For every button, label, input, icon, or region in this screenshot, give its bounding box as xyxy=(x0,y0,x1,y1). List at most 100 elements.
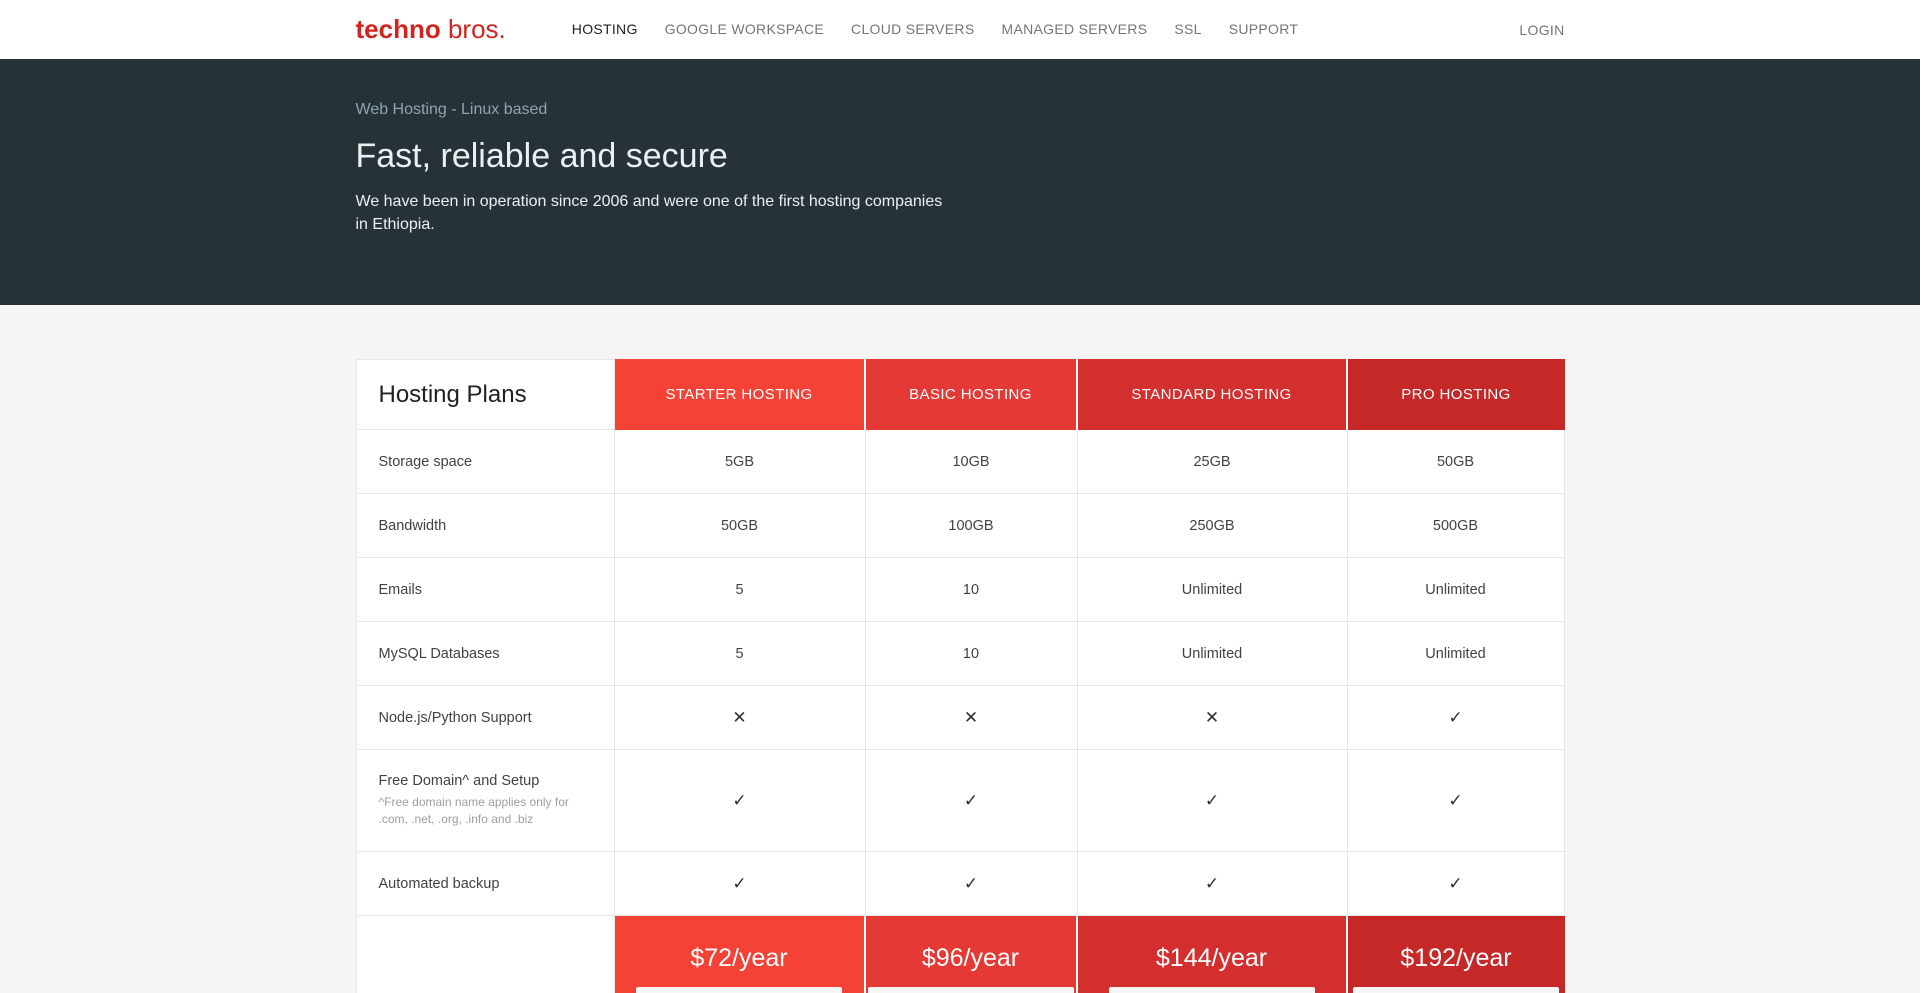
feature-value-cell: ✓ xyxy=(1348,750,1565,852)
hero-section: Web Hosting - Linux based Fast, reliable… xyxy=(0,59,1920,305)
feature-value: 250GB xyxy=(1189,518,1234,534)
main-content: Hosting Plans STARTER HOSTING BASIC HOSTIN… xyxy=(0,305,1920,993)
plan-price: $72/year xyxy=(690,942,787,976)
nav-item-cloud-servers[interactable]: CLOUD SERVERS xyxy=(851,21,974,37)
feature-value: 25GB xyxy=(1193,454,1230,470)
nav-item-ssl[interactable]: SSL xyxy=(1174,21,1201,37)
feature-value: 5 xyxy=(735,582,743,598)
plan-header-label: PRO HOSTING xyxy=(1401,386,1510,403)
feature-value-cell: ✓ xyxy=(1348,852,1565,916)
feature-value-cell: Unlimited xyxy=(1078,622,1348,686)
plan-header-starter-hosting: STARTER HOSTING xyxy=(615,359,866,430)
nav-item-google-workspace[interactable]: GOOGLE WORKSPACE xyxy=(665,21,824,37)
feature-value-cell: 5GB xyxy=(615,430,866,494)
check-icon: ✓ xyxy=(732,791,746,811)
plan-header-basic-hosting: BASIC HOSTING xyxy=(866,359,1078,430)
plan-header-label: BASIC HOSTING xyxy=(909,386,1032,403)
check-icon: ✓ xyxy=(1205,874,1219,894)
feature-value-cell: 50GB xyxy=(1348,430,1565,494)
feature-value-cell: 25GB xyxy=(1078,430,1348,494)
plan-signup-button[interactable] xyxy=(636,987,842,993)
pricing-table: Hosting Plans STARTER HOSTING BASIC HOSTIN… xyxy=(356,359,1565,993)
nav-item-managed-servers[interactable]: MANAGED SERVERS xyxy=(1002,21,1148,37)
nav-list-item: HOSTING xyxy=(572,21,638,39)
feature-value: 10 xyxy=(963,646,979,662)
feature-value-cell: Unlimited xyxy=(1078,558,1348,622)
feature-label: Node.js/Python Support xyxy=(379,710,532,726)
nav-item-hosting[interactable]: HOSTING xyxy=(572,21,638,37)
feature-value-cell: ✓ xyxy=(615,852,866,916)
feature-value: 50GB xyxy=(1437,454,1474,470)
feature-value-cell: 10 xyxy=(866,622,1078,686)
pricing-table-title: Hosting Plans xyxy=(379,381,527,409)
feature-value-cell: ✕ xyxy=(615,686,866,750)
feature-value-cell: ✕ xyxy=(866,686,1078,750)
check-icon: ✓ xyxy=(732,874,746,894)
check-icon: ✓ xyxy=(1448,708,1462,728)
price-row-spacer-cell xyxy=(356,916,615,993)
check-icon: ✓ xyxy=(964,791,978,811)
brand-logo[interactable]: techno bros. xyxy=(356,14,506,45)
feature-value: Unlimited xyxy=(1425,582,1485,598)
plan-header-label: STANDARD HOSTING xyxy=(1131,386,1291,403)
feature-value: 50GB xyxy=(721,518,758,534)
plan-price: $144/year xyxy=(1156,942,1267,976)
feature-label-cell: Storage space xyxy=(356,430,615,494)
plan-header-label: STARTER HOSTING xyxy=(665,386,812,403)
feature-label: Bandwidth xyxy=(379,518,447,534)
login-link[interactable]: LOGIN xyxy=(1519,22,1564,38)
nav-item-support[interactable]: SUPPORT xyxy=(1229,21,1299,37)
feature-label: Storage space xyxy=(379,454,473,470)
plan-signup-button[interactable] xyxy=(1353,987,1559,993)
pricing-table-title-cell: Hosting Plans xyxy=(356,359,615,430)
feature-value: Unlimited xyxy=(1425,646,1485,662)
feature-value: Unlimited xyxy=(1182,582,1242,598)
nav-list-item: CLOUD SERVERS xyxy=(851,21,974,39)
hero-description: We have been in operation since 2006 and… xyxy=(356,190,956,236)
cross-icon: ✕ xyxy=(964,708,978,728)
feature-label-cell: Emails xyxy=(356,558,615,622)
feature-value: 10GB xyxy=(952,454,989,470)
feature-value: 500GB xyxy=(1433,518,1478,534)
plan-signup-button[interactable] xyxy=(868,987,1074,993)
top-navbar: techno bros. HOSTING GOOGLE WORKSPACE CLOU… xyxy=(0,0,1920,59)
feature-label-cell: MySQL Databases xyxy=(356,622,615,686)
feature-value-cell: ✓ xyxy=(1078,750,1348,852)
feature-label: Free Domain^ and Setup xyxy=(379,773,540,789)
feature-label: Emails xyxy=(379,582,423,598)
feature-label-cell: Automated backup xyxy=(356,852,615,916)
feature-value: 10 xyxy=(963,582,979,598)
cross-icon: ✕ xyxy=(732,708,746,728)
hero-eyebrow: Web Hosting - Linux based xyxy=(356,101,1565,119)
plan-signup-button[interactable] xyxy=(1109,987,1315,993)
feature-value-cell: 5 xyxy=(615,558,866,622)
feature-label-cell: Node.js/Python Support xyxy=(356,686,615,750)
feature-value-cell: ✓ xyxy=(615,750,866,852)
feature-value: 100GB xyxy=(948,518,993,534)
feature-value: Unlimited xyxy=(1182,646,1242,662)
feature-value-cell: Unlimited xyxy=(1348,622,1565,686)
feature-value-cell: 5 xyxy=(615,622,866,686)
feature-value-cell: ✕ xyxy=(1078,686,1348,750)
feature-value-cell: ✓ xyxy=(866,750,1078,852)
feature-label-cell: Free Domain^ and Setup ^Free domain name … xyxy=(356,750,615,852)
feature-value-cell: Unlimited xyxy=(1348,558,1565,622)
feature-footnote: ^Free domain name applies only for .com,… xyxy=(379,794,594,829)
brand-logo-bold: techno xyxy=(356,14,441,44)
feature-value: 5 xyxy=(735,646,743,662)
brand-logo-light: bros. xyxy=(448,14,506,44)
feature-value: 5GB xyxy=(725,454,754,470)
feature-value-cell: 250GB xyxy=(1078,494,1348,558)
price-cell-starter-hosting: $72/year xyxy=(615,916,866,993)
nav-list-item: GOOGLE WORKSPACE xyxy=(665,21,824,39)
feature-value-cell: 500GB xyxy=(1348,494,1565,558)
feature-value-cell: 50GB xyxy=(615,494,866,558)
feature-value-cell: ✓ xyxy=(1348,686,1565,750)
nav-list-item: SSL xyxy=(1174,21,1201,39)
price-cell-pro-hosting: $192/year xyxy=(1348,916,1565,993)
feature-label: MySQL Databases xyxy=(379,646,500,662)
check-icon: ✓ xyxy=(1205,791,1219,811)
plan-price: $192/year xyxy=(1400,942,1511,976)
feature-value-cell: 10GB xyxy=(866,430,1078,494)
check-icon: ✓ xyxy=(964,874,978,894)
